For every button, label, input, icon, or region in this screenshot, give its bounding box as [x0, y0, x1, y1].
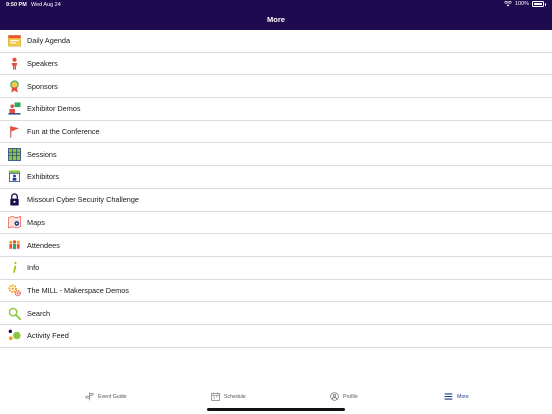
activity-feed-icon — [7, 329, 21, 343]
menu-item-speakers[interactable]: Speakers — [0, 53, 552, 76]
more-menu-list: Daily Agenda Speakers Sponsors Exhibitor… — [0, 30, 552, 348]
speaker-person-icon — [7, 57, 21, 71]
gears-icon — [7, 283, 21, 297]
info-icon — [7, 261, 21, 275]
menu-item-label: Activity Feed — [27, 331, 69, 341]
exhibitor-booth-icon — [7, 170, 21, 184]
menu-item-label: Speakers — [27, 59, 58, 69]
battery-percent: 100% — [514, 1, 529, 7]
menu-item-missouri-cyber-security-challenge[interactable]: Missouri Cyber Security Challenge — [0, 189, 552, 212]
tab-schedule[interactable]: Schedule — [211, 392, 246, 401]
menu-item-fun-at-the-conference[interactable]: Fun at the Conference — [0, 121, 552, 144]
sessions-grid-icon — [7, 147, 21, 161]
tab-profile[interactable]: Profile — [330, 392, 358, 401]
tab-label: More — [457, 393, 469, 400]
menu-item-info[interactable]: Info — [0, 257, 552, 280]
tab-more[interactable]: More — [444, 392, 469, 401]
menu-item-the-mill-makerspace-demos[interactable]: The MILL - Makerspace Demos — [0, 280, 552, 303]
menu-item-daily-agenda[interactable]: Daily Agenda — [0, 30, 552, 53]
menu-item-label: Daily Agenda — [27, 36, 71, 46]
menu-item-label: The MILL - Makerspace Demos — [27, 285, 129, 295]
menu-item-exhibitors[interactable]: Exhibitors — [0, 166, 552, 189]
calendar-icon — [211, 392, 220, 401]
status-indicators: 100% — [503, 1, 546, 7]
ribbon-award-icon — [7, 79, 21, 93]
menu-item-search[interactable]: Search — [0, 302, 552, 325]
status-time: 9:50 PM — [6, 2, 27, 8]
menu-item-sponsors[interactable]: Sponsors — [0, 75, 552, 99]
menu-item-label: Sessions — [27, 149, 57, 159]
menu-item-activity-feed[interactable]: Activity Feed — [0, 325, 552, 348]
menu-item-label: Info — [27, 263, 40, 273]
tab-label: Profile — [343, 393, 358, 400]
red-flag-icon — [7, 125, 21, 139]
menu-item-label: Fun at the Conference — [27, 127, 100, 137]
bottom-tab-bar: Event Guide Schedule Profile More — [0, 384, 552, 414]
home-indicator — [207, 408, 345, 411]
profile-icon — [330, 392, 339, 401]
tab-label: Schedule — [224, 393, 246, 400]
menu-item-label: Missouri Cyber Security Challenge — [27, 195, 139, 205]
wifi-icon — [503, 1, 512, 7]
page-title: More — [267, 15, 285, 24]
battery-nub — [545, 2, 546, 6]
search-icon — [7, 306, 21, 320]
menu-item-attendees[interactable]: Attendees — [0, 234, 552, 257]
menu-item-label: Exhibitors — [27, 172, 60, 182]
calendar-agenda-icon — [7, 34, 21, 48]
battery-icon — [532, 1, 544, 7]
menu-item-label: Sponsors — [27, 81, 58, 91]
status-date: Wed Aug 24 — [31, 2, 61, 8]
padlock-icon — [7, 193, 21, 207]
hamburger-menu-icon — [444, 393, 453, 400]
menu-item-label: Exhibitor Demos — [27, 104, 81, 114]
tab-event-guide[interactable]: Event Guide — [85, 392, 127, 401]
menu-item-label: Attendees — [27, 240, 60, 250]
map-pin-icon — [7, 215, 21, 229]
demo-presenter-icon — [7, 102, 21, 116]
attendees-group-icon — [7, 238, 21, 252]
tab-label: Event Guide — [98, 393, 127, 400]
menu-item-exhibitor-demos[interactable]: Exhibitor Demos — [0, 98, 552, 121]
menu-item-maps[interactable]: Maps — [0, 212, 552, 235]
menu-item-label: Maps — [27, 217, 45, 227]
app-header: 9:50 PM Wed Aug 24 100% More — [0, 0, 552, 30]
event-guide-icon — [85, 392, 94, 401]
menu-item-label: Search — [27, 308, 51, 318]
menu-item-sessions[interactable]: Sessions — [0, 143, 552, 167]
